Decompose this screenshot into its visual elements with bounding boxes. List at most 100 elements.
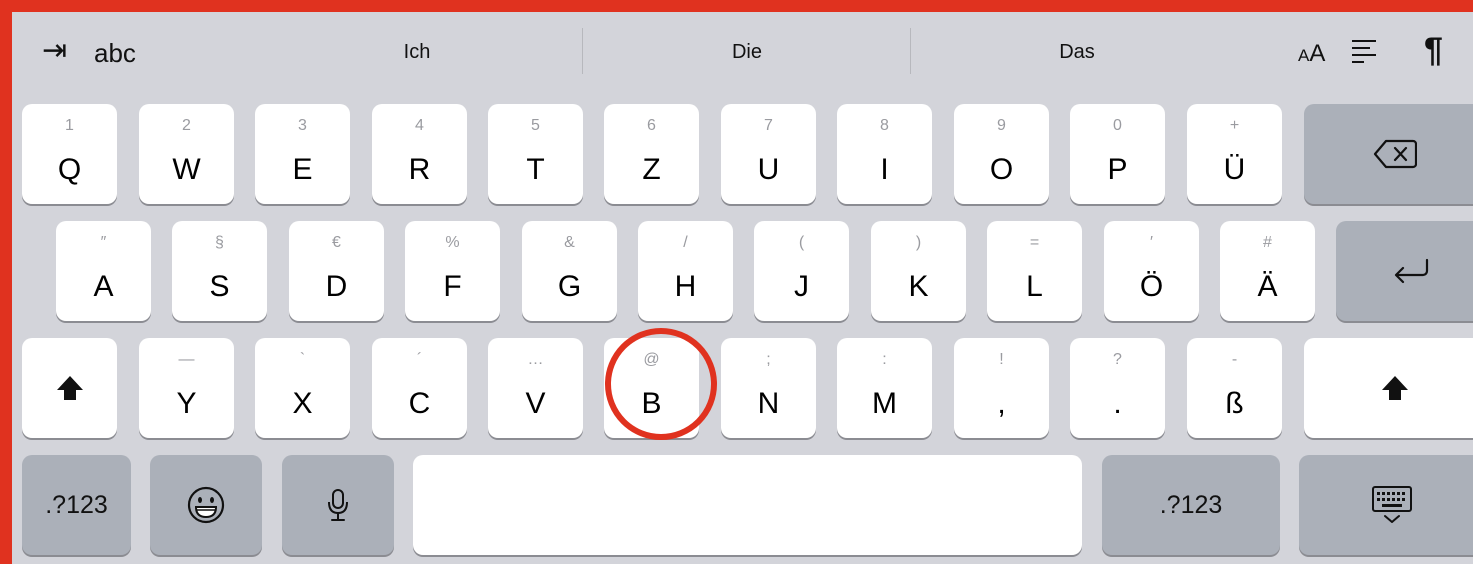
key-x[interactable]: ` X [255, 338, 350, 438]
key-primary-label: I [880, 153, 889, 186]
key-ö[interactable]: ′ Ö [1104, 221, 1199, 321]
key-r[interactable]: 4R [372, 104, 467, 204]
key-period[interactable]: ?. [1070, 338, 1165, 438]
numbers-key-right[interactable]: .?123 [1102, 455, 1280, 555]
text-size-small-label: A [1298, 46, 1310, 65]
text-size-large-label: A [1309, 40, 1326, 67]
key-secondary-label: / [683, 234, 688, 251]
key-ä[interactable]: # Ä [1220, 221, 1315, 321]
key-secondary-label: ; [766, 351, 771, 368]
key-ü[interactable]: + Ü [1187, 104, 1282, 204]
key-q[interactable]: 1Q [22, 104, 117, 204]
key-primary-label: O [989, 153, 1014, 186]
tab-arrow-icon[interactable]: ⇥ [42, 34, 67, 68]
key-secondary-label: ′ [1150, 234, 1153, 251]
key-z[interactable]: 6Z [604, 104, 699, 204]
hide-keyboard-key[interactable] [1299, 455, 1473, 555]
key-t[interactable]: 5T [488, 104, 583, 204]
key-a[interactable]: ″ A [56, 221, 151, 321]
prediction-3[interactable]: Das [977, 38, 1177, 66]
key-secondary-label: ? [1113, 351, 1122, 368]
key-comma[interactable]: !, [954, 338, 1049, 438]
space-bar[interactable] [413, 455, 1082, 555]
key-secondary-label: @ [643, 351, 660, 368]
key-secondary-label: … [527, 351, 544, 368]
key-secondary-label: 5 [531, 117, 540, 134]
key-primary-label: M [872, 387, 897, 420]
key-primary-label: R [408, 153, 431, 186]
key-k[interactable]: ) K [871, 221, 966, 321]
key-j[interactable]: (J [754, 221, 849, 321]
key-secondary-label: 3 [298, 117, 307, 134]
prediction-2[interactable]: Die [647, 38, 847, 66]
key-primary-label: F [443, 270, 462, 303]
key-primary-label: Y [176, 387, 197, 420]
shortcut-bar: ⇥ abc Ich Die Das AA ¶ [12, 12, 1473, 92]
numbers-key-left[interactable]: .?123 [22, 455, 131, 555]
key-secondary-label: 6 [647, 117, 656, 134]
text-size-icon[interactable]: AA [1298, 40, 1325, 70]
key-primary-label: G [557, 270, 582, 303]
key-s[interactable]: § S [172, 221, 267, 321]
key-i[interactable]: 8I [837, 104, 932, 204]
key-b[interactable]: @ B [604, 338, 699, 438]
key-secondary-label: 7 [764, 117, 773, 134]
key-primary-label: C [408, 387, 431, 420]
dictation-key[interactable] [282, 455, 394, 555]
delete-key[interactable] [1304, 104, 1473, 204]
key-secondary-label: ´ [416, 351, 423, 368]
key-y[interactable]: — Y [139, 338, 234, 438]
prediction-divider [910, 28, 911, 74]
pilcrow-icon[interactable]: ¶ [1424, 30, 1443, 70]
key-primary-label: V [525, 387, 546, 420]
key-ß[interactable]: -ß [1187, 338, 1282, 438]
prediction-1[interactable]: Ich [317, 38, 517, 66]
key-v[interactable]: … V [488, 338, 583, 438]
key-f[interactable]: % F [405, 221, 500, 321]
key-p[interactable]: 0P [1070, 104, 1165, 204]
return-key[interactable] [1336, 221, 1473, 321]
key-primary-label: Q [57, 153, 82, 186]
key-secondary-label: ″ [100, 234, 107, 251]
key-secondary-label: 8 [880, 117, 889, 134]
key-secondary-label: = [1029, 234, 1040, 251]
numbers-key-label: .?123 [1159, 490, 1223, 519]
key-secondary-label: — [178, 351, 195, 368]
numbers-key-label: .?123 [45, 490, 108, 519]
key-primary-label: Ö [1139, 270, 1164, 303]
emoji-icon [150, 455, 262, 555]
key-e[interactable]: 3E [255, 104, 350, 204]
key-h[interactable]: / H [638, 221, 733, 321]
return-icon [1336, 221, 1473, 321]
key-d[interactable]: € D [289, 221, 384, 321]
key-primary-label: D [325, 270, 348, 303]
key-w[interactable]: 2W [139, 104, 234, 204]
key-secondary-label: 4 [415, 117, 424, 134]
align-left-icon[interactable] [1352, 39, 1376, 63]
key-o[interactable]: 9O [954, 104, 1049, 204]
key-g[interactable]: & G [522, 221, 617, 321]
key-u[interactable]: 7U [721, 104, 816, 204]
delete-icon [1304, 104, 1473, 204]
shift-key-left[interactable] [22, 338, 117, 438]
key-secondary-label: 0 [1113, 117, 1122, 134]
key-secondary-label: ( [798, 234, 805, 251]
key-primary-label: H [674, 270, 697, 303]
key-primary-label: Z [642, 153, 661, 186]
keyboard: ⇥ abc Ich Die Das AA ¶ 1Q2W3E4R5T6Z7U8I9… [0, 0, 1473, 564]
key-primary-label: K [908, 270, 929, 303]
key-l[interactable]: = L [987, 221, 1082, 321]
key-primary-label: B [641, 387, 662, 420]
abc-button[interactable]: abc [94, 38, 136, 68]
key-primary-label: J [794, 270, 809, 303]
prediction-divider [582, 28, 583, 74]
key-secondary-label: - [1231, 351, 1238, 368]
shift-key-right[interactable] [1304, 338, 1473, 438]
key-c[interactable]: ´ C [372, 338, 467, 438]
key-m[interactable]: :M [837, 338, 932, 438]
key-primary-label: U [757, 153, 780, 186]
key-secondary-label: 2 [182, 117, 191, 134]
emoji-key[interactable] [150, 455, 262, 555]
key-primary-label: E [292, 153, 313, 186]
key-n[interactable]: ; N [721, 338, 816, 438]
